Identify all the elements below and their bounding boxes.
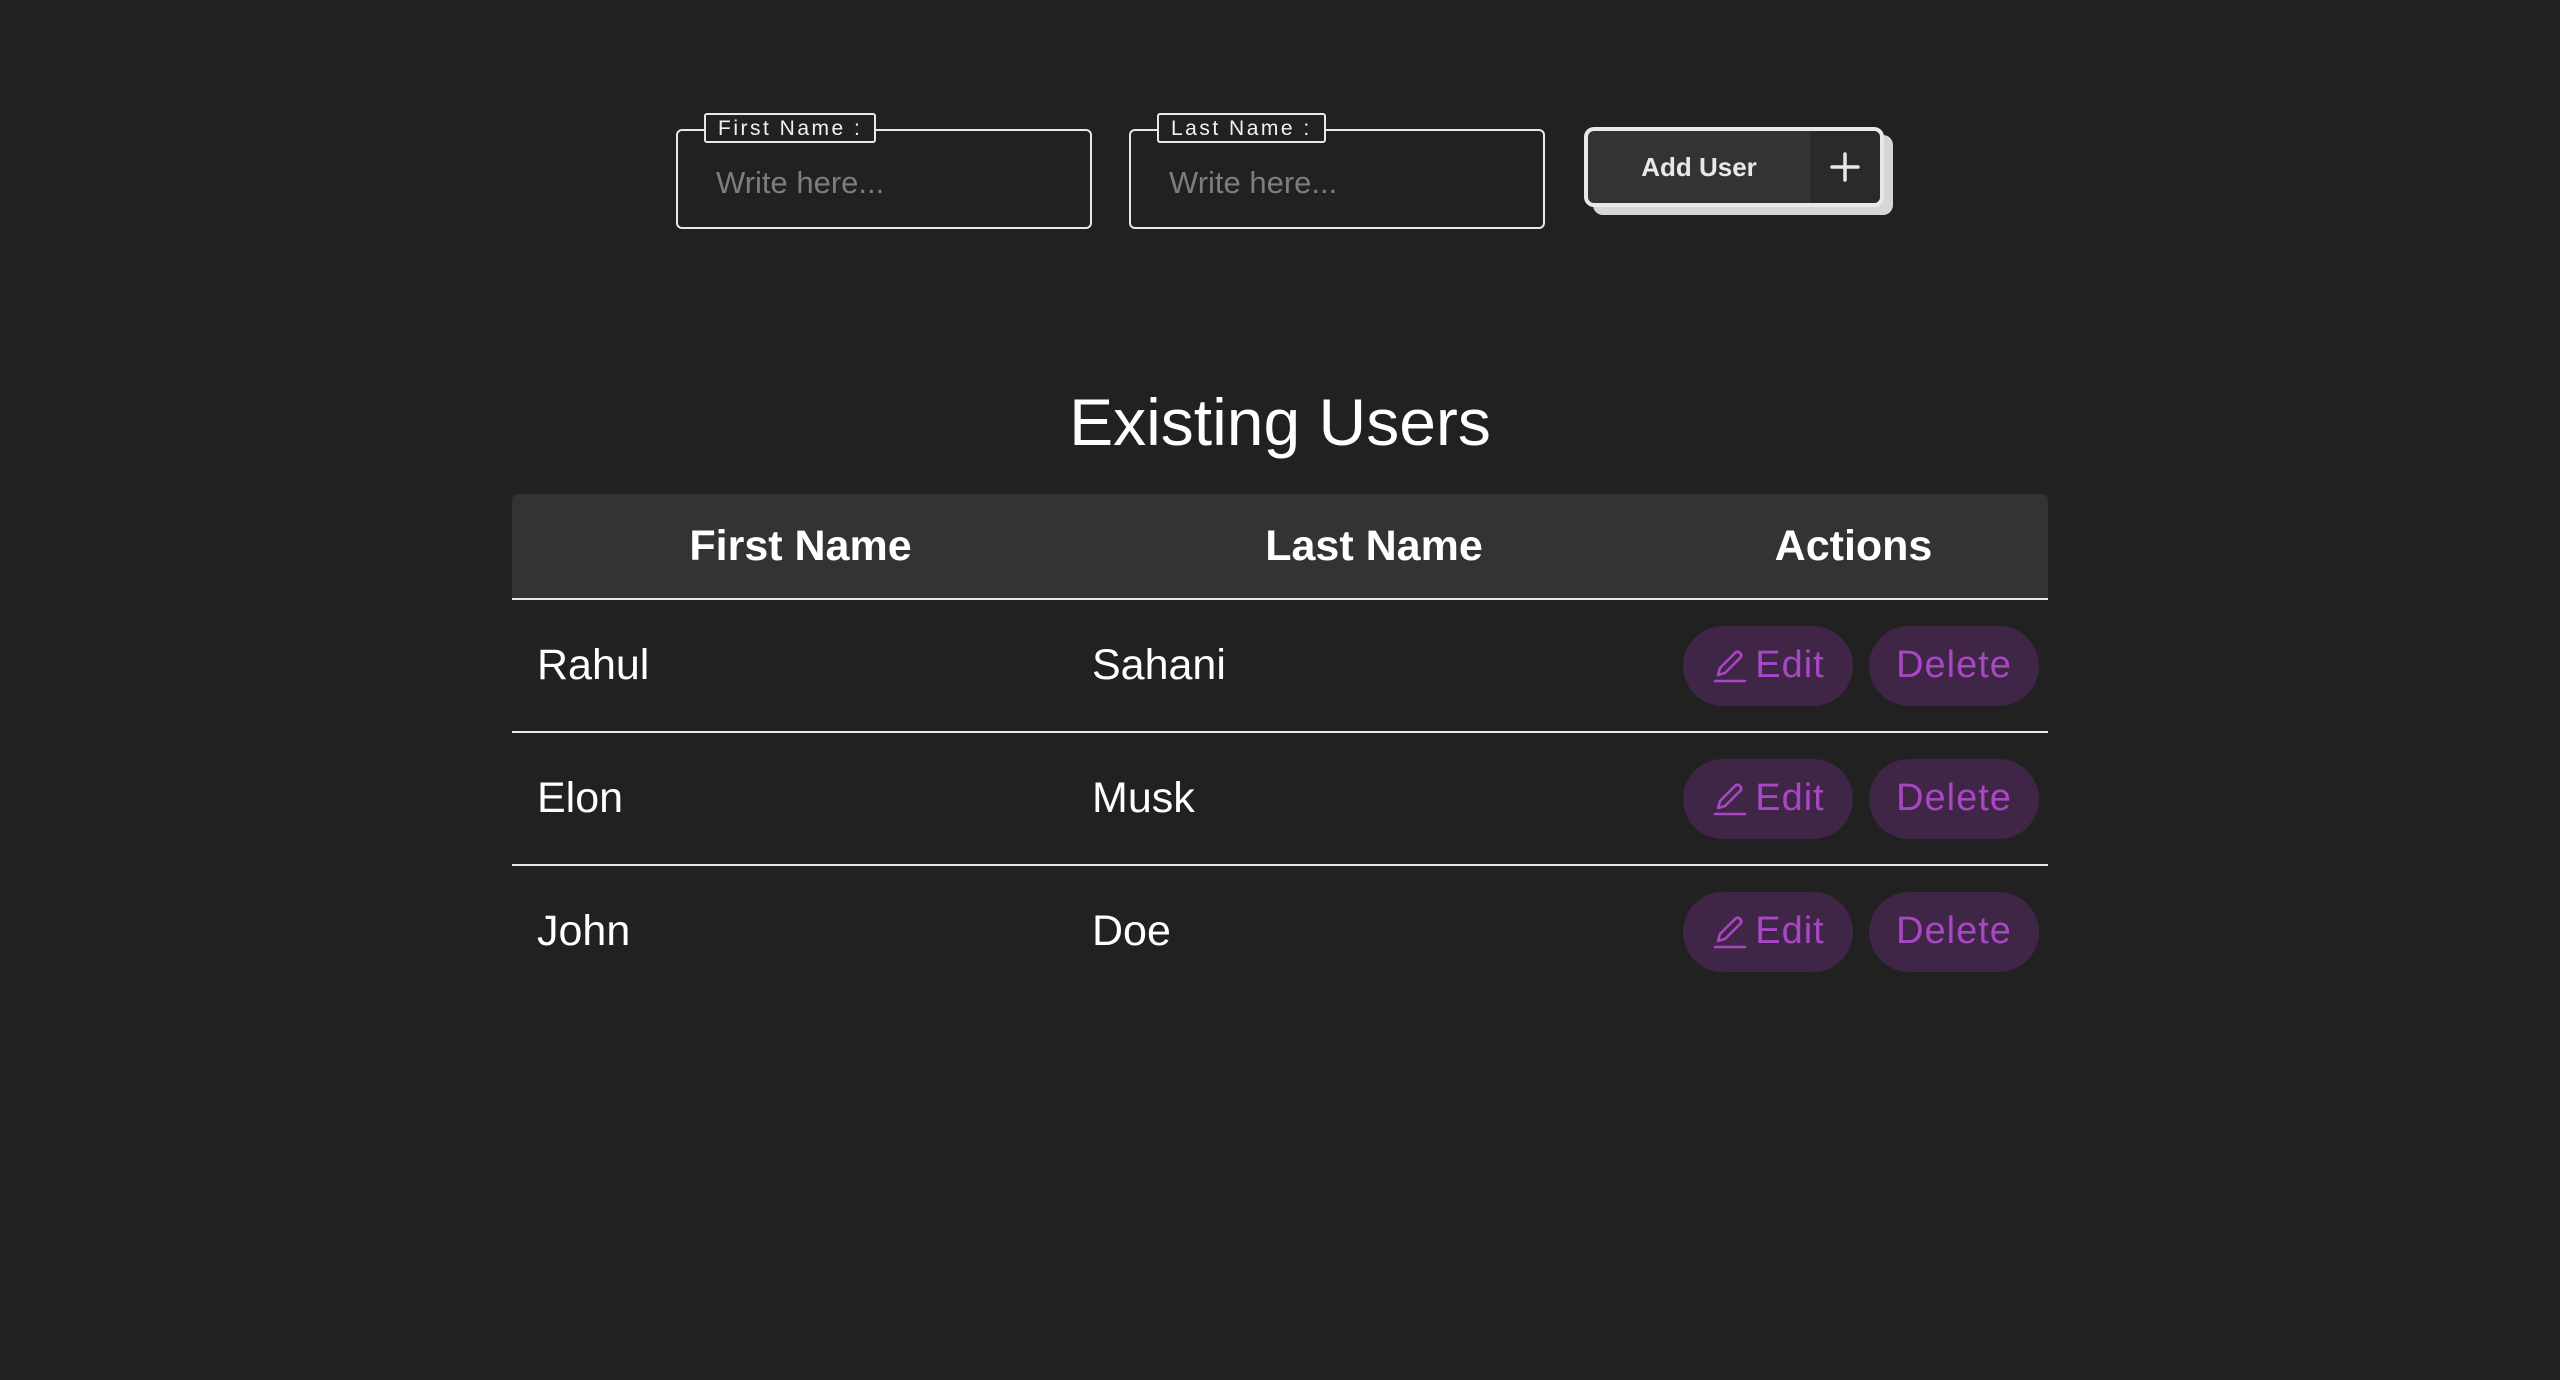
first-name-cell: Rahul bbox=[537, 641, 650, 689]
first-name-input[interactable] bbox=[678, 131, 1090, 227]
pencil-icon bbox=[1711, 779, 1749, 819]
table-row: Rahul Sahani Edit Delete bbox=[512, 599, 2048, 732]
edit-button[interactable]: Edit bbox=[1683, 758, 1853, 839]
delete-button-label: Delete bbox=[1896, 644, 2012, 686]
header-row: First Name Last Name Actions bbox=[512, 494, 2048, 600]
first-name-cell: Elon bbox=[512, 731, 1089, 865]
last-name-cell: Sahani bbox=[1092, 641, 1226, 689]
last-name-cell: Doe bbox=[1089, 864, 1659, 997]
last-name-input[interactable] bbox=[1131, 131, 1543, 227]
edit-button-label: Edit bbox=[1755, 910, 1825, 952]
last-name-label: Last Name : bbox=[1157, 113, 1326, 143]
edit-button[interactable]: Edit bbox=[1683, 625, 1853, 706]
delete-button[interactable]: Delete bbox=[1869, 758, 2039, 839]
app-page: First Name : Last Name : Add User Existi… bbox=[0, 0, 2560, 1380]
column-header-first-name: First Name bbox=[512, 494, 1089, 600]
table-row: Elon Musk Edit Delete bbox=[512, 731, 2048, 865]
table-row: John Doe Edit Delete bbox=[512, 864, 2048, 997]
actions-cell: Edit Delete bbox=[1659, 599, 2048, 732]
actions-cell: Edit Delete bbox=[1659, 731, 2048, 865]
last-name-field: Last Name : bbox=[1129, 113, 1545, 229]
first-name-cell: John bbox=[512, 864, 1089, 997]
edit-button[interactable]: Edit bbox=[1683, 891, 1853, 972]
existing-users-title: Existing Users bbox=[1069, 385, 1491, 459]
users-table-header: First Name Last Name Actions bbox=[512, 494, 2048, 600]
add-user-button[interactable]: Add User bbox=[1584, 127, 1884, 207]
delete-button[interactable]: Delete bbox=[1869, 625, 2039, 706]
add-user-form: First Name : Last Name : Add User bbox=[676, 112, 1896, 232]
plus-icon bbox=[1810, 131, 1880, 203]
first-name-field: First Name : bbox=[676, 113, 1092, 229]
delete-button[interactable]: Delete bbox=[1869, 891, 2039, 972]
last-name-cell: Musk bbox=[1089, 731, 1659, 865]
add-user-button-label: Add User bbox=[1641, 152, 1757, 182]
edit-button-label: Edit bbox=[1755, 644, 1825, 686]
pencil-icon bbox=[1711, 646, 1749, 686]
users-table: First Name Last Name Actions Rahul Sahan… bbox=[512, 494, 2048, 997]
pencil-icon bbox=[1711, 912, 1749, 952]
first-name-label: First Name : bbox=[704, 113, 877, 143]
actions-cell: Edit Delete bbox=[1659, 864, 2048, 997]
edit-button-label: Edit bbox=[1755, 777, 1825, 819]
delete-button-label: Delete bbox=[1896, 910, 2012, 952]
column-header-last-name: Last Name bbox=[1089, 494, 1659, 600]
users-table-body: Rahul Sahani Edit Delete Elon Musk Edit … bbox=[512, 599, 2048, 997]
column-header-actions: Actions bbox=[1659, 494, 2048, 600]
delete-button-label: Delete bbox=[1896, 777, 2012, 819]
